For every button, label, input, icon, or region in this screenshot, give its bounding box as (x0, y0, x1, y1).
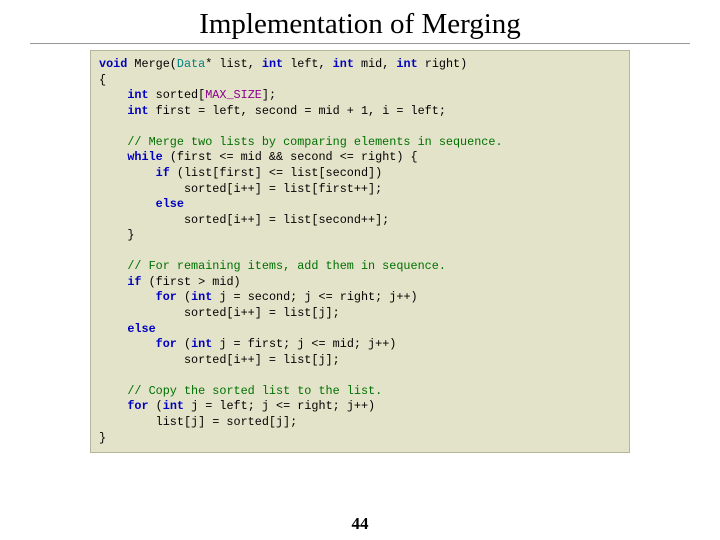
code-text: } (99, 228, 134, 242)
code-text: { (99, 73, 106, 87)
keyword-int: int (262, 57, 283, 71)
code-text (99, 337, 156, 351)
code-text: sorted[i++] = list[j]; (99, 353, 340, 367)
keyword-int: int (127, 104, 148, 118)
code-text: j = left; j <= right; j++) (184, 399, 375, 413)
code-text (99, 290, 156, 304)
keyword-int: int (396, 57, 417, 71)
code-text: list[j] = sorted[j]; (99, 415, 297, 429)
code-text (99, 399, 127, 413)
code-text (99, 322, 127, 336)
keyword-for: for (127, 399, 148, 413)
keyword-int: int (333, 57, 354, 71)
keyword-for: for (156, 337, 177, 351)
code-text (99, 166, 156, 180)
keyword-int: int (127, 88, 148, 102)
code-text: (list[first] <= list[second]) (170, 166, 382, 180)
code-text: ( (177, 290, 191, 304)
code-text: * list, (205, 57, 262, 71)
page-number: 44 (0, 514, 720, 534)
code-text (99, 259, 127, 273)
keyword-int: int (163, 399, 184, 413)
slide: Implementation of Merging void Merge(Dat… (0, 0, 720, 540)
code-text: (first > mid) (142, 275, 241, 289)
keyword-if: if (127, 275, 141, 289)
macro-maxsize: MAX_SIZE (205, 88, 262, 102)
slide-title: Implementation of Merging (30, 0, 690, 44)
code-text: sorted[ (149, 88, 206, 102)
keyword-int: int (191, 337, 212, 351)
keyword-else: else (127, 322, 155, 336)
keyword-int: int (191, 290, 212, 304)
keyword-void: void (99, 57, 127, 71)
code-text: first = left, second = mid + 1, i = left… (149, 104, 446, 118)
code-text: ( (149, 399, 163, 413)
code-text: (first <= mid && second <= right) { (163, 150, 418, 164)
code-text: sorted[i++] = list[second++]; (99, 213, 389, 227)
code-text: sorted[i++] = list[first++]; (99, 182, 382, 196)
comment: // Copy the sorted list to the list. (127, 384, 382, 398)
comment: // For remaining items, add them in sequ… (127, 259, 446, 273)
code-text: left, (283, 57, 333, 71)
code-text (99, 150, 127, 164)
type-data: Data (177, 57, 205, 71)
code-text (99, 88, 127, 102)
code-text: j = first; j <= mid; j++) (212, 337, 396, 351)
code-text: Merge( (127, 57, 177, 71)
code-text (99, 384, 127, 398)
code-text (99, 104, 127, 118)
code-text: j = second; j <= right; j++) (212, 290, 417, 304)
code-text (99, 197, 156, 211)
code-text: } (99, 431, 106, 445)
keyword-while: while (127, 150, 162, 164)
code-block: void Merge(Data* list, int left, int mid… (90, 50, 630, 453)
keyword-else: else (156, 197, 184, 211)
code-text (99, 275, 127, 289)
code-text: sorted[i++] = list[j]; (99, 306, 340, 320)
code-text: ]; (262, 88, 276, 102)
code-text (99, 135, 127, 149)
keyword-if: if (156, 166, 170, 180)
code-text: right) (418, 57, 468, 71)
code-text: mid, (354, 57, 396, 71)
code-text: ( (177, 337, 191, 351)
comment: // Merge two lists by comparing elements… (127, 135, 502, 149)
keyword-for: for (156, 290, 177, 304)
